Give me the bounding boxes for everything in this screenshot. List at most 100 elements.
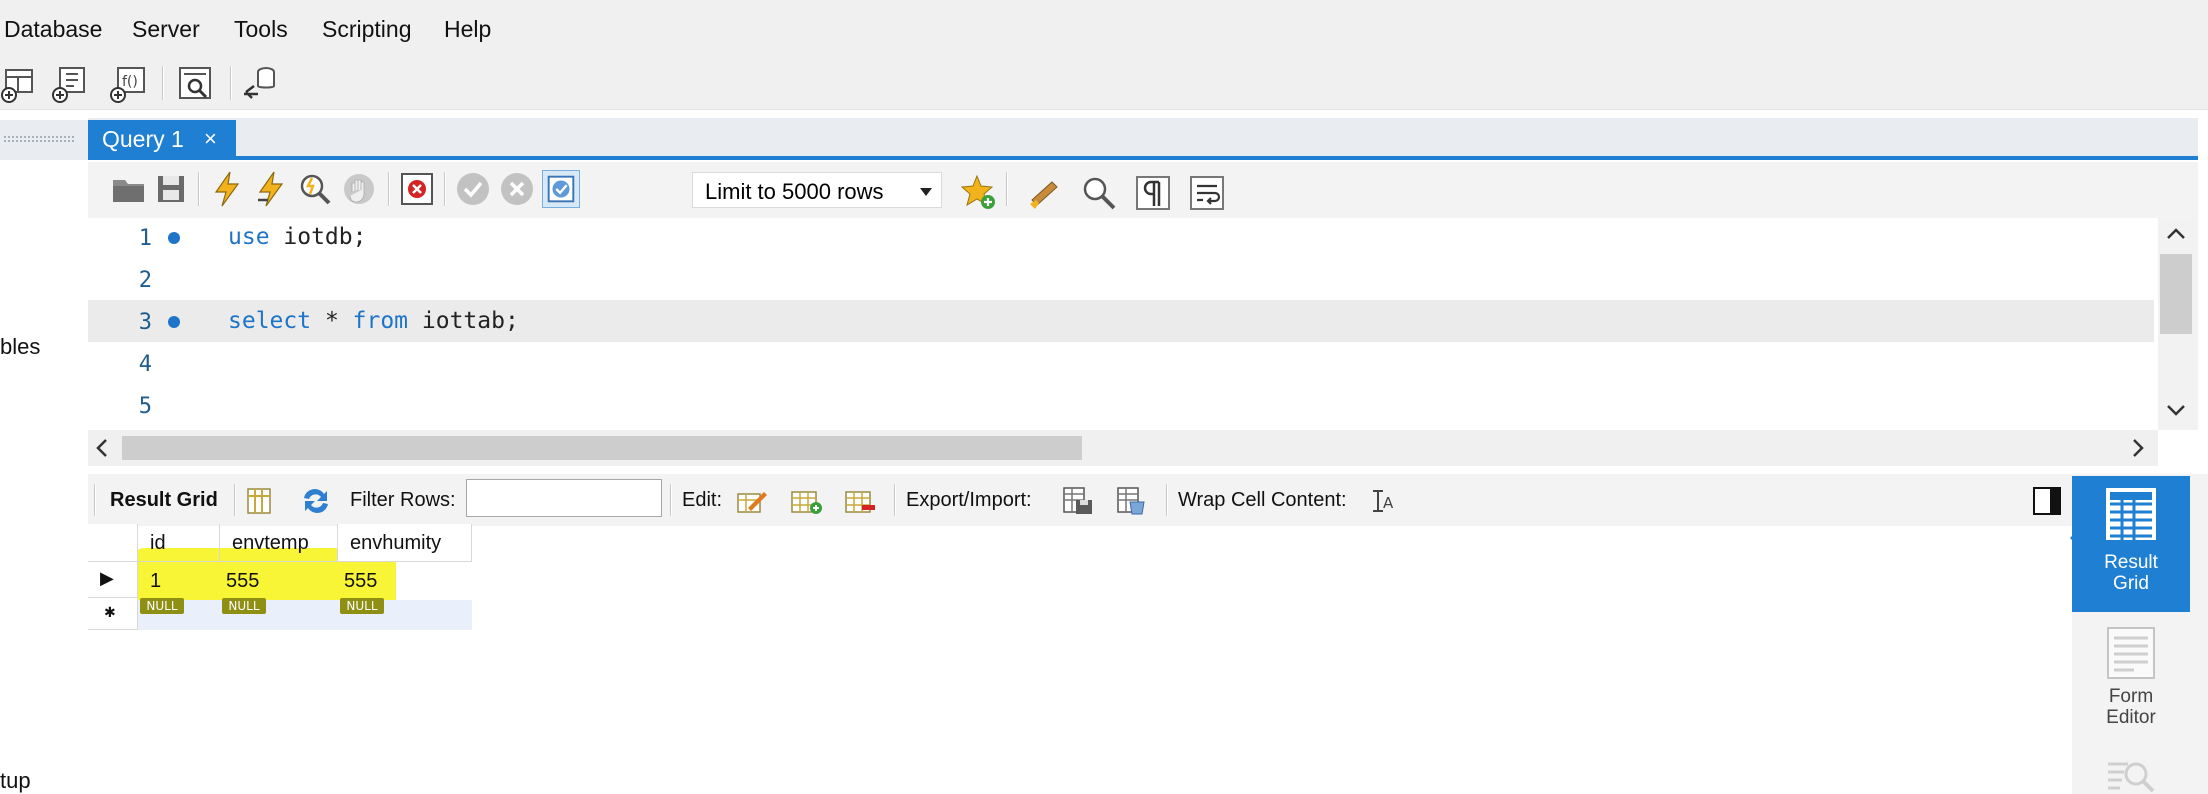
code-line[interactable]: select * from iottab; [228, 308, 519, 334]
autocommit-toggle-icon[interactable] [542, 170, 580, 208]
scroll-up-icon[interactable] [2166, 226, 2186, 240]
add-row-icon[interactable] [790, 486, 822, 516]
new-row-marker-icon: ✱ [104, 604, 116, 620]
toggle-side-panel-icon[interactable] [2032, 486, 2062, 516]
null-badge: NULL [140, 598, 184, 614]
toolbar-separator [670, 484, 672, 516]
code-line[interactable]: use iotdb; [228, 224, 366, 250]
rollback-icon[interactable] [498, 170, 536, 208]
menu-tools[interactable]: Tools [234, 16, 288, 43]
new-row[interactable] [138, 600, 472, 630]
reconnect-icon[interactable] [240, 64, 280, 104]
stop-icon[interactable] [340, 170, 378, 208]
menu-help[interactable]: Help [444, 16, 491, 43]
column-header-envhumity[interactable]: envhumity [338, 524, 472, 562]
scroll-left-icon[interactable] [94, 438, 108, 458]
sql-text: iottab; [408, 308, 519, 334]
query-tab-strip [88, 118, 2198, 160]
sidebar-grip[interactable] [0, 120, 88, 160]
scroll-right-icon[interactable] [2132, 438, 2146, 458]
column-header-envtemp[interactable]: envtemp [220, 524, 338, 562]
menu-database[interactable]: Database [4, 16, 102, 43]
save-icon[interactable] [152, 170, 190, 208]
statement-marker-icon [168, 316, 180, 328]
sql-text: * [311, 308, 353, 334]
line-number: 3 [138, 310, 152, 335]
new-table-icon[interactable] [0, 64, 40, 104]
result-grid-icon [2106, 488, 2156, 540]
table-cell[interactable]: 1 [150, 570, 161, 593]
import-icon[interactable] [1114, 484, 1148, 516]
sidebar-tables-label[interactable]: bles [0, 334, 40, 360]
line-number: 1 [138, 226, 152, 251]
execute-current-icon[interactable] [252, 170, 290, 208]
grip-icon [4, 136, 74, 144]
svg-text:A: A [1383, 494, 1394, 512]
line-number: 4 [138, 352, 152, 377]
inspector-icon[interactable] [176, 64, 216, 104]
scroll-down-icon[interactable] [2166, 404, 2186, 418]
word-wrap-icon[interactable] [1188, 174, 1226, 212]
result-grid-label[interactable]: Result Grid [110, 489, 218, 512]
refresh-icon[interactable] [300, 486, 332, 516]
null-badge: NULL [340, 598, 384, 614]
find-icon[interactable] [1080, 174, 1118, 212]
side-tab-label: Result [2104, 552, 2158, 573]
null-badge: NULL [222, 598, 266, 614]
explain-icon[interactable] [296, 170, 334, 208]
invisible-chars-icon[interactable] [1134, 174, 1172, 212]
svg-text:f(): f() [122, 74, 138, 90]
row-header-new[interactable]: ✱ [88, 598, 138, 630]
new-function-icon[interactable]: f() [108, 64, 148, 104]
delete-row-icon[interactable] [844, 486, 876, 516]
line-number: 2 [138, 268, 152, 293]
filter-rows-input[interactable] [466, 479, 662, 517]
main-toolbar: f() [0, 58, 2208, 110]
export-icon[interactable] [1060, 484, 1094, 516]
sql-keyword: from [352, 308, 409, 334]
open-file-icon[interactable] [110, 170, 148, 208]
table-cell[interactable]: 555 [344, 570, 377, 593]
filter-rows-label: Filter Rows: [350, 489, 456, 511]
edit-row-icon[interactable] [736, 486, 768, 516]
limit-rows-select[interactable]: Limit to 5000 rows [692, 172, 942, 208]
column-header-id[interactable]: id [138, 524, 220, 562]
side-tab-result-grid[interactable]: Result Grid [2072, 476, 2190, 612]
toolbar-separator [162, 66, 164, 100]
tab-close-icon[interactable]: × [204, 126, 217, 152]
statement-marker-icon [168, 232, 180, 244]
toolbar-separator [230, 66, 232, 100]
row-header-current[interactable]: ▶ [88, 562, 138, 598]
wrap-cell-content-label: Wrap Cell Content: [1178, 489, 1347, 511]
menu-server[interactable]: Server [132, 16, 200, 43]
table-cell[interactable]: 555 [226, 570, 259, 593]
tab-label: Query 1 [102, 126, 184, 152]
vertical-scroll-thumb[interactable] [2160, 254, 2192, 334]
result-toolbar: Result Grid Filter Rows: Edit: Export/Im… [88, 474, 2072, 526]
side-tab-label: Editor [2106, 707, 2156, 728]
add-snippet-icon[interactable] [960, 174, 998, 212]
sidebar-setup-label[interactable]: tup [0, 768, 31, 794]
commit-icon[interactable] [454, 170, 492, 208]
export-import-label: Export/Import: [906, 489, 1032, 511]
side-tab-label: Grid [2113, 573, 2149, 594]
menu-bar: Database Server Tools Scripting Help [0, 0, 2208, 58]
side-tab-form-editor[interactable]: Form Editor [2072, 618, 2190, 734]
toolbar-separator [894, 484, 896, 516]
wrap-cell-icon[interactable]: A [1370, 488, 1398, 514]
toolbar-separator [1006, 172, 1008, 206]
tab-query-1[interactable]: Query 1 × [88, 120, 236, 160]
sql-keyword: select [228, 308, 312, 334]
stop-on-error-icon[interactable] [398, 170, 436, 208]
beautify-icon[interactable] [1026, 174, 1064, 212]
field-types-icon[interactable] [2104, 756, 2158, 794]
menu-scripting[interactable]: Scripting [322, 16, 411, 43]
new-view-icon[interactable] [50, 64, 90, 104]
toolbar-separator [94, 484, 96, 516]
current-row-arrow-icon: ▶ [100, 568, 114, 588]
execute-icon[interactable] [208, 170, 246, 208]
toolbar-separator [198, 172, 200, 206]
horizontal-scroll-thumb[interactable] [122, 436, 1082, 460]
toolbar-separator [1166, 484, 1168, 516]
grid-columns-icon[interactable] [244, 486, 274, 516]
